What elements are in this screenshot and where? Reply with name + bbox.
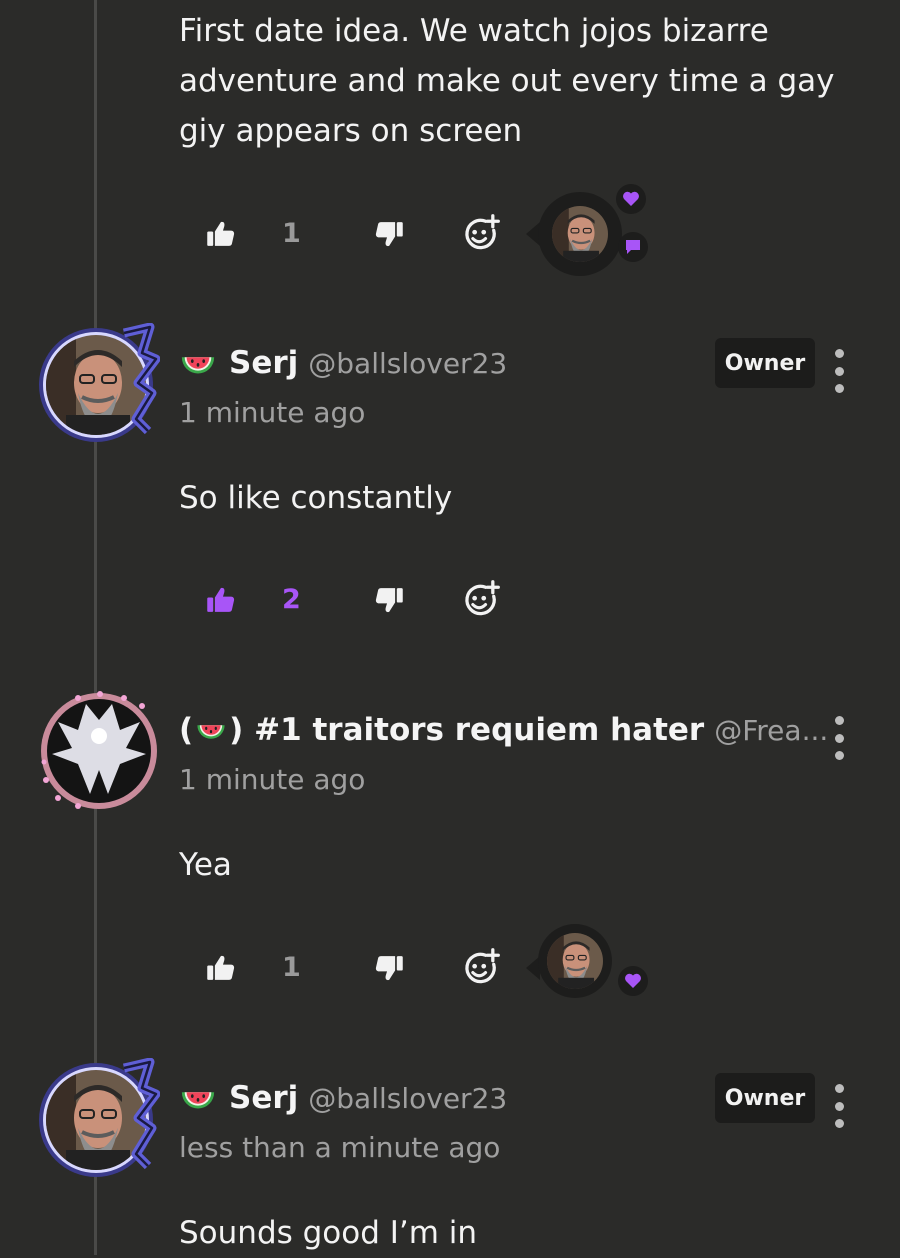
comment-actions: 2 xyxy=(200,570,760,630)
heart-icon xyxy=(623,191,639,206)
reply-reaction-badge xyxy=(618,232,648,262)
add-reaction-button[interactable] xyxy=(458,204,504,264)
thumbs-down-icon xyxy=(373,217,407,251)
watermelon-icon xyxy=(179,344,217,382)
like-button[interactable] xyxy=(200,204,240,264)
comment-text: Sounds good I’m in xyxy=(179,1215,478,1251)
comment-actions: 1 xyxy=(200,924,760,998)
timestamp: 1 minute ago xyxy=(179,763,366,796)
add-reaction-button[interactable] xyxy=(458,570,504,630)
avatar[interactable] xyxy=(38,1057,161,1180)
like-count: 2 xyxy=(282,584,301,615)
comment-actions: 1 xyxy=(200,184,760,276)
dislike-button[interactable] xyxy=(370,938,410,998)
owner-badge: Owner xyxy=(715,1073,815,1123)
thumbs-up-icon xyxy=(203,217,237,251)
thumbs-up-icon xyxy=(203,951,237,985)
heart-icon xyxy=(625,973,641,988)
more-vertical-icon xyxy=(834,716,844,725)
comment-text: Yea xyxy=(179,847,232,883)
chat-bubble-icon xyxy=(626,240,640,254)
timestamp: less than a minute ago xyxy=(179,1131,501,1164)
comment-text: So like constantly xyxy=(179,480,453,516)
like-button[interactable] xyxy=(200,938,240,998)
dislike-button[interactable] xyxy=(370,204,410,264)
serj-avatar xyxy=(39,322,161,442)
more-options-button[interactable] xyxy=(826,1084,852,1128)
display-name[interactable]: ) #1 traitors requiem hater xyxy=(229,712,704,748)
add-reaction-button[interactable] xyxy=(458,938,504,998)
reactor-avatar xyxy=(547,933,603,989)
like-button[interactable] xyxy=(200,570,240,630)
reaction-avatars[interactable] xyxy=(526,184,648,276)
user-handle[interactable]: @Frea... xyxy=(714,714,828,747)
more-vertical-icon xyxy=(834,349,844,358)
watermelon-icon xyxy=(195,714,227,746)
serj-avatar xyxy=(39,1057,161,1177)
dislike-button[interactable] xyxy=(370,570,410,630)
more-options-button[interactable] xyxy=(826,716,852,760)
like-count: 1 xyxy=(282,952,301,983)
like-count: 1 xyxy=(282,218,301,249)
angel-avatar xyxy=(41,691,157,809)
more-vertical-icon xyxy=(834,1084,844,1093)
thumbs-up-icon xyxy=(203,583,237,617)
user-handle[interactable]: @ballslover23 xyxy=(308,347,507,380)
comment-text: First date idea. We watch jojos bizarre … xyxy=(179,13,835,149)
display-name[interactable]: Serj xyxy=(229,1080,298,1116)
heart-reaction-badge xyxy=(616,184,646,214)
add-reaction-icon xyxy=(461,214,501,254)
display-name[interactable]: Serj xyxy=(229,345,298,381)
more-options-button[interactable] xyxy=(826,349,852,393)
watermelon-icon xyxy=(179,1079,217,1117)
thumbs-down-icon xyxy=(373,583,407,617)
reaction-avatars[interactable] xyxy=(526,924,648,1010)
timestamp: 1 minute ago xyxy=(179,396,366,429)
thumbs-down-icon xyxy=(373,951,407,985)
add-reaction-icon xyxy=(461,948,501,988)
owner-badge: Owner xyxy=(715,338,815,388)
avatar[interactable] xyxy=(38,322,161,445)
reactor-avatar xyxy=(552,206,608,262)
avatar[interactable] xyxy=(38,690,160,812)
heart-reaction-badge xyxy=(618,966,648,996)
add-reaction-icon xyxy=(461,580,501,620)
user-handle[interactable]: @ballslover23 xyxy=(308,1082,507,1115)
